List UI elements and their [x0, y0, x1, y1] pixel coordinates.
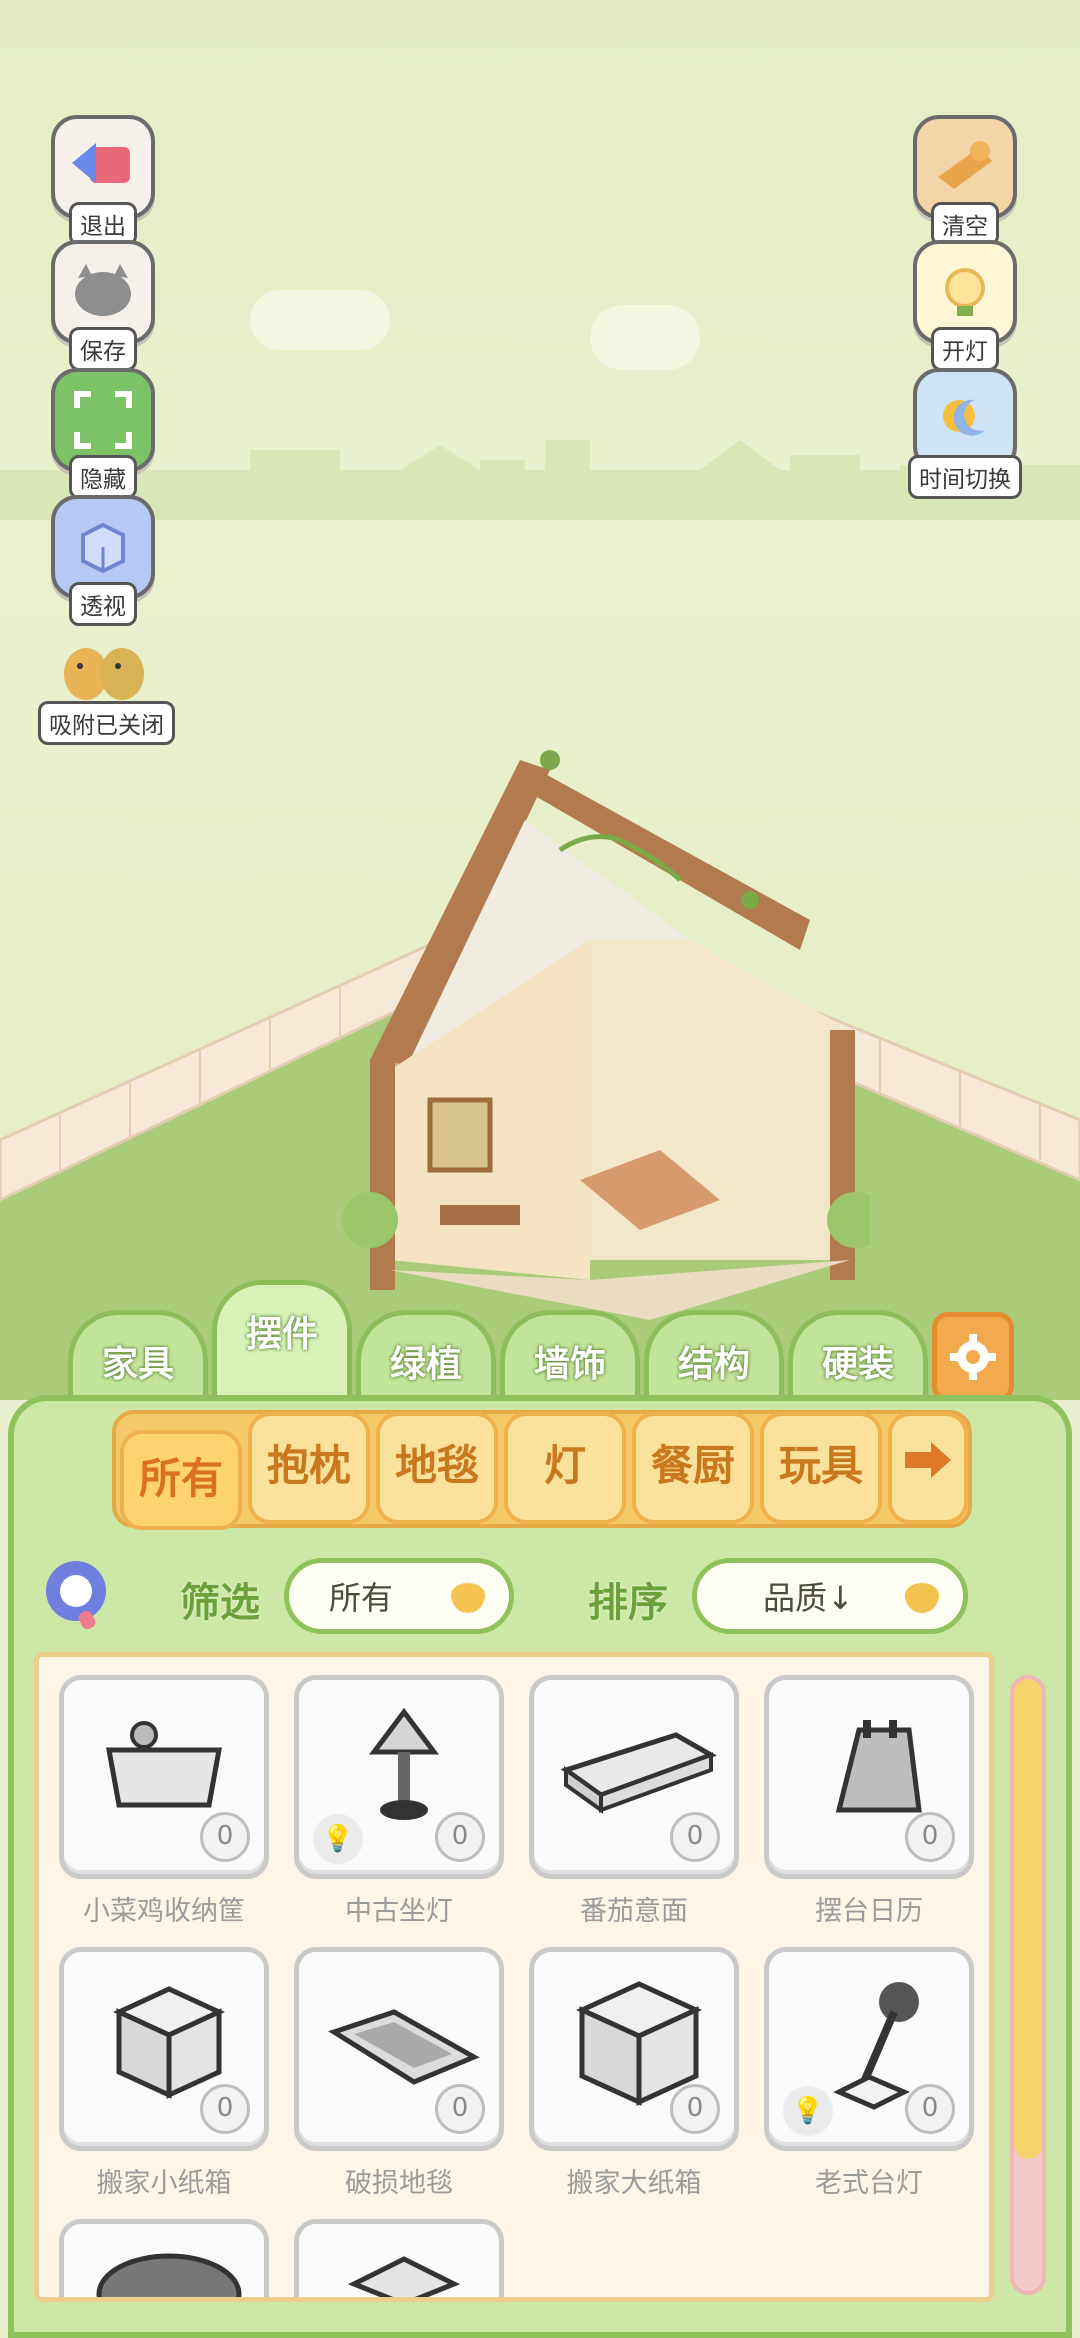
search-button[interactable]	[40, 1555, 114, 1633]
sort-value: 品质↓	[763, 1579, 854, 1617]
chevron-down-icon	[451, 1583, 485, 1613]
save-label: 保存	[69, 327, 137, 371]
pasta-box-icon	[560, 1732, 717, 1814]
category-next-button[interactable]	[888, 1412, 968, 1524]
save-button[interactable]: 保存	[48, 240, 158, 371]
item-name: 搬家小纸箱	[96, 2168, 232, 2199]
item-small-box[interactable]: 0 搬家小纸箱	[59, 1947, 269, 2200]
settings-button[interactable]	[932, 1312, 1014, 1402]
item-count: 0	[905, 1812, 955, 1862]
vintage-lamp-icon	[369, 1707, 439, 1820]
item-worn-rug[interactable]: 0 破损地毯	[294, 1947, 504, 2200]
list-item[interactable]	[59, 2219, 269, 2297]
hide-button[interactable]: 隐藏	[48, 368, 158, 499]
sort-dropdown[interactable]: 品质↓	[692, 1558, 968, 1634]
cloud	[250, 290, 390, 350]
category-pillows[interactable]: 抱枕	[248, 1412, 370, 1524]
filter-value: 所有	[329, 1579, 394, 1617]
item-name: 搬家大纸箱	[566, 2168, 702, 2199]
round-item-icon	[96, 2253, 242, 2297]
item-card: 0	[294, 1947, 504, 2151]
item-count: 0	[200, 2084, 250, 2134]
item-name: 老式台灯	[815, 2168, 923, 2199]
item-count: 0	[200, 1812, 250, 1862]
item-vintage-lamp[interactable]: 💡 0 中古坐灯	[294, 1675, 504, 1928]
item-count: 0	[670, 1812, 720, 1862]
item-list: 0 小菜鸡收纳筐 💡 0 中古坐灯 0 番茄意面 0 摆台日历 0 搬家小纸箱	[34, 1652, 994, 2302]
light-label: 开灯	[931, 327, 999, 371]
storage-basket-icon	[106, 1721, 222, 1808]
exit-button[interactable]: 退出	[48, 115, 158, 246]
gear-icon	[950, 1334, 996, 1380]
item-tomato-pasta[interactable]: 0 番茄意面	[529, 1675, 739, 1928]
filter-label: 筛选	[180, 1580, 260, 1626]
light-bulb-icon: 💡	[783, 2086, 833, 2136]
item-name: 小菜鸡收纳筐	[83, 1896, 245, 1927]
arrow-right-icon	[905, 1442, 951, 1478]
light-button[interactable]: 开灯	[910, 240, 1020, 371]
item-count: 0	[905, 2084, 955, 2134]
category-all[interactable]: 所有	[120, 1430, 242, 1530]
item-card	[59, 2219, 269, 2297]
chevron-down-icon	[905, 1583, 939, 1613]
item-count: 0	[435, 1812, 485, 1862]
category-lamps[interactable]: 灯	[504, 1412, 626, 1524]
item-name: 中古坐灯	[345, 1896, 453, 1927]
clear-button[interactable]: 清空	[910, 115, 1020, 246]
list-item[interactable]	[294, 2219, 504, 2297]
item-card: 💡 0	[764, 1947, 974, 2151]
cloud	[590, 305, 700, 370]
sort-label: 排序	[588, 1580, 668, 1626]
item-card	[294, 2219, 504, 2297]
time-switch-label: 时间切换	[908, 455, 1022, 499]
category-kitchen[interactable]: 餐厨	[632, 1412, 754, 1524]
item-count: 0	[670, 2084, 720, 2134]
item-card: 0	[59, 1947, 269, 2151]
light-bulb-icon: 💡	[313, 1814, 363, 1864]
scrollbar[interactable]	[1010, 1675, 1046, 2295]
item-storage-basket[interactable]: 0 小菜鸡收纳筐	[59, 1675, 269, 1928]
scrollbar-thumb[interactable]	[1014, 1679, 1042, 2159]
desk-calendar-icon	[835, 1720, 922, 1813]
filter-dropdown[interactable]: 所有	[284, 1558, 514, 1634]
rug-icon	[328, 2009, 480, 2085]
hide-label: 隐藏	[69, 455, 137, 499]
item-count: 0	[435, 2084, 485, 2134]
item-card: 0	[764, 1675, 974, 1879]
category-toys[interactable]: 玩具	[760, 1412, 882, 1524]
snap-label: 吸附已关闭	[38, 701, 175, 745]
item-card: 0	[59, 1675, 269, 1879]
item-desk-calendar[interactable]: 0 摆台日历	[764, 1675, 974, 1928]
item-old-desk-lamp[interactable]: 💡 0 老式台灯	[764, 1947, 974, 2200]
item-name: 破损地毯	[345, 2168, 453, 2199]
search-icon	[46, 1561, 106, 1630]
snap-toggle-button[interactable]: 吸附已关闭	[38, 622, 175, 745]
perspective-button[interactable]: 透视	[48, 495, 158, 626]
item-name: 摆台日历	[815, 1896, 923, 1927]
item-card: 0	[529, 1675, 739, 1879]
bundle-item-icon	[347, 2256, 461, 2297]
item-name: 番茄意面	[580, 1896, 688, 1927]
item-card: 💡 0	[294, 1675, 504, 1879]
item-large-box[interactable]: 0 搬家大纸箱	[529, 1947, 739, 2200]
time-switch-button[interactable]: 时间切换	[905, 368, 1025, 499]
item-card: 0	[529, 1947, 739, 2151]
category-rugs[interactable]: 地毯	[376, 1412, 498, 1524]
dollhouse	[342, 750, 870, 1320]
perspective-label: 透视	[69, 582, 137, 626]
